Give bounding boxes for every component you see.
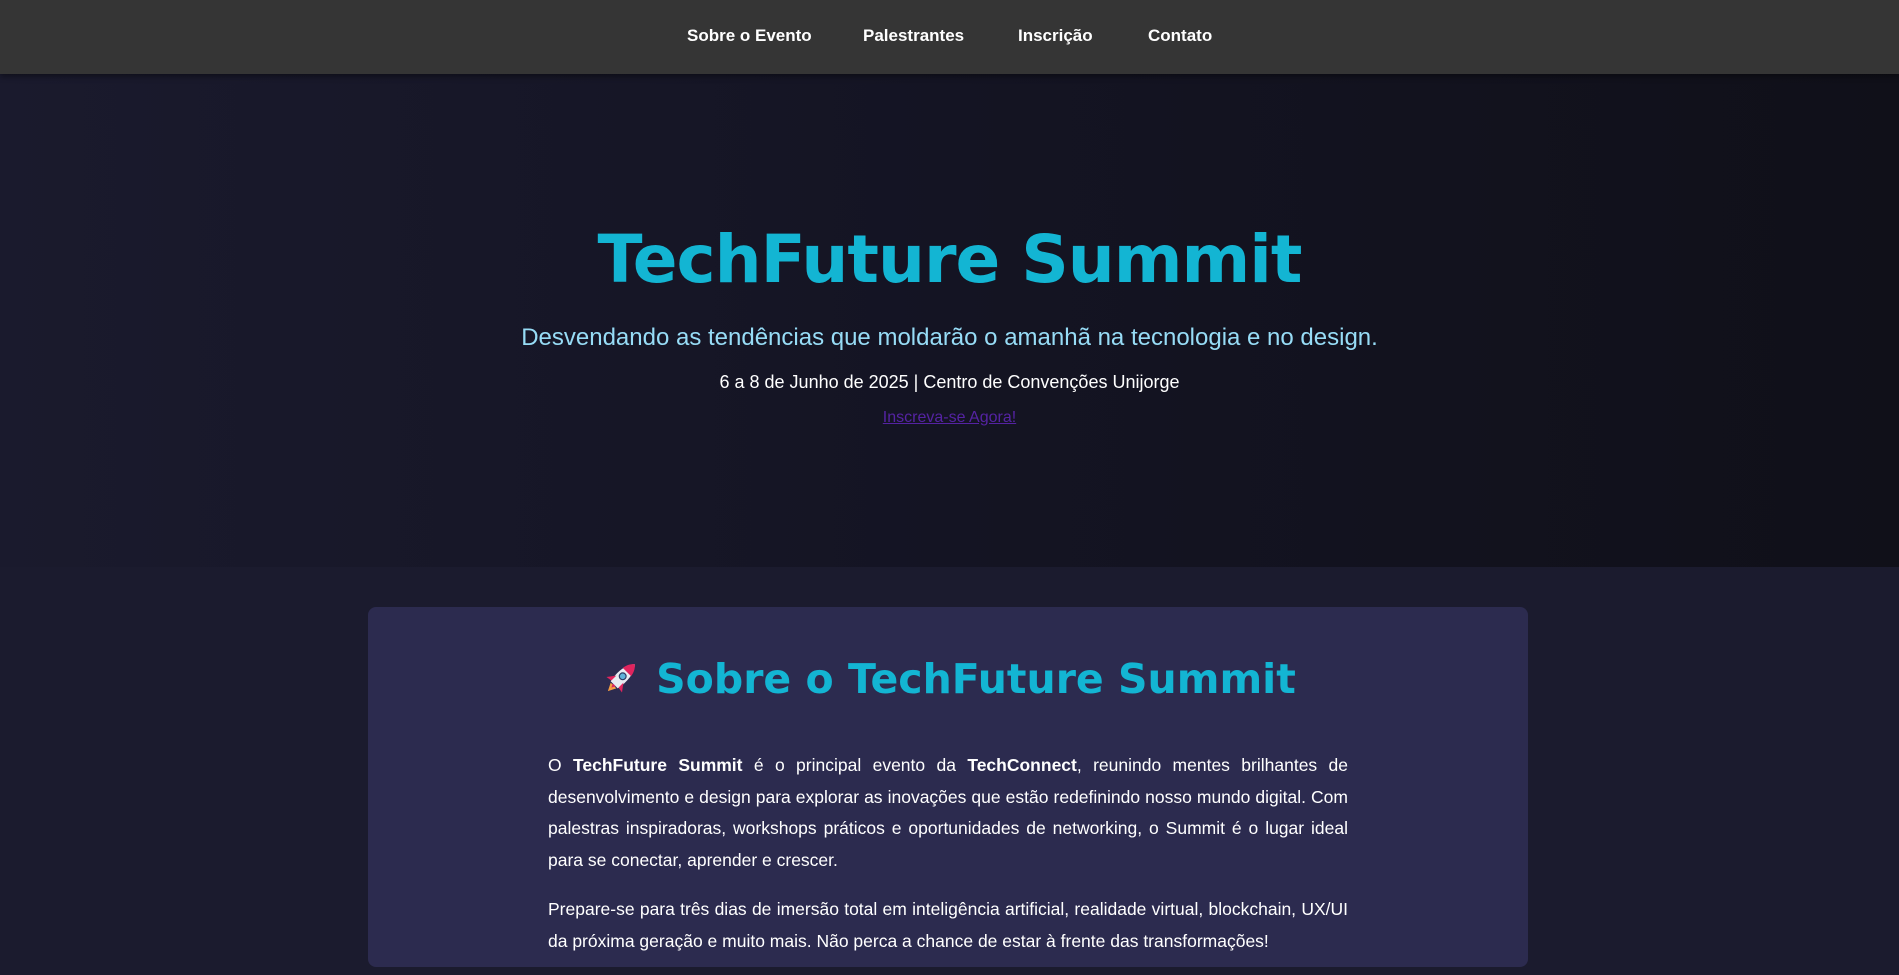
hero-subtitle: Desvendando as tendências que moldarão o… [521, 324, 1378, 351]
p1-text-mid: é o principal evento da [742, 755, 968, 775]
nav-link-inscricao[interactable]: Inscrição [1018, 0, 1093, 74]
about-paragraph-2: Prepare-se para três dias de imersão tot… [548, 899, 1348, 951]
nav-link-sobre-o-evento[interactable]: Sobre o Evento [687, 0, 812, 74]
about-paragraph-1: O TechFuture Summit é o principal evento… [548, 750, 1348, 876]
hero-section: TechFuture Summit Desvendando as tendênc… [0, 74, 1899, 567]
hero-cta-wrapper: Inscreva-se Agora! [0, 409, 1899, 427]
about-description: O TechFuture Summit é o principal evento… [548, 750, 1348, 975]
hero-title: TechFuture Summit [597, 221, 1303, 298]
event-name-strong: TechFuture Summit [572, 755, 743, 775]
top-navbar: Sobre o Evento Palestrantes Inscrição Co… [0, 0, 1899, 74]
register-now-link[interactable]: Inscreva-se Agora! [883, 409, 1016, 426]
event-date-location: 6 a 8 de Junho de 2025 | Centro de Conve… [719, 372, 1180, 392]
nav-link-palestrantes[interactable]: Palestrantes [863, 0, 964, 74]
about-title-text: Sobre o TechFuture Summit [656, 655, 1296, 703]
nav-link-contato[interactable]: Contato [1148, 0, 1212, 74]
p1-text-pre: O [548, 755, 573, 775]
about-title: Sobre o TechFuture Summit [368, 655, 1528, 709]
rocket-icon [600, 655, 644, 709]
organizer-name-strong: TechConnect [967, 755, 1077, 775]
about-section-card: Sobre o TechFuture Summit O TechFuture S… [368, 607, 1528, 967]
